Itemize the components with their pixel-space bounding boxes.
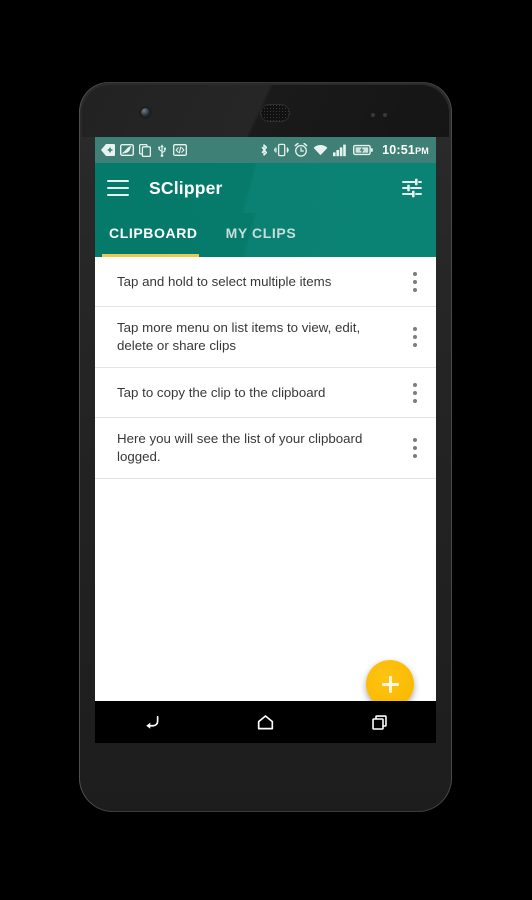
home-nav-button[interactable] (209, 701, 323, 743)
clipboard-list: Tap and hold to select multiple items Ta… (95, 257, 436, 479)
back-arrow-notification-icon (101, 144, 115, 156)
battery-charging-icon (353, 144, 373, 156)
front-camera-icon (141, 108, 150, 117)
list-item-text: Tap more menu on list items to view, edi… (117, 320, 361, 353)
recents-nav-button[interactable] (322, 701, 436, 743)
clock-ampm: PM (415, 146, 429, 156)
signal-icon (333, 144, 346, 157)
tab-clipboard[interactable]: CLIPBOARD (95, 213, 212, 253)
copy-notification-icon (139, 143, 151, 157)
hamburger-menu-icon[interactable] (107, 180, 129, 196)
status-bar-left-icons (101, 143, 259, 157)
tab-active-indicator (102, 253, 199, 257)
overflow-menu-icon[interactable] (398, 260, 432, 304)
clock-time: 10:51 (382, 143, 416, 157)
phone-screen: 10:51PM SClipper CLIPBOARD MY CLIPS Tap … (95, 137, 436, 743)
list-item-text: Tap and hold to select multiple items (117, 273, 332, 289)
overflow-menu-icon[interactable] (398, 315, 432, 359)
home-nav-icon (257, 714, 274, 729)
recents-nav-icon (371, 714, 387, 730)
phone-device-frame: 10:51PM SClipper CLIPBOARD MY CLIPS Tap … (79, 82, 452, 812)
light-sensor-icon (383, 113, 387, 117)
status-bar-clock: 10:51PM (382, 143, 429, 157)
overflow-menu-icon[interactable] (398, 426, 432, 470)
wifi-icon (313, 145, 328, 157)
overflow-menu-icon[interactable] (398, 371, 432, 415)
list-item-text: Here you will see the list of your clipb… (117, 431, 363, 464)
tune-settings-icon[interactable] (400, 176, 424, 200)
tab-bar: CLIPBOARD MY CLIPS (95, 213, 436, 257)
list-item[interactable]: Tap more menu on list items to view, edi… (95, 307, 436, 368)
back-nav-button[interactable] (95, 701, 209, 743)
status-bar-right-icons: 10:51PM (259, 143, 429, 157)
app-bar: SClipper (95, 163, 436, 213)
back-nav-icon (146, 715, 159, 729)
proximity-sensor-icon (371, 113, 375, 117)
vibrate-icon (274, 143, 290, 157)
plus-icon (381, 675, 399, 693)
list-item[interactable]: Tap to copy the clip to the clipboard (95, 368, 436, 418)
android-nav-bar (95, 701, 436, 743)
alarm-icon (294, 143, 308, 157)
earpiece-speaker (260, 104, 290, 122)
list-item[interactable]: Tap and hold to select multiple items (95, 257, 436, 307)
tab-my-clips[interactable]: MY CLIPS (212, 213, 311, 253)
page-title: SClipper (149, 177, 223, 198)
phone-top-bezel (82, 85, 449, 137)
bluetooth-icon (261, 144, 268, 156)
list-item-text: Tap to copy the clip to the clipboard (117, 384, 326, 400)
eco-mode-icon (120, 144, 134, 156)
status-bar: 10:51PM (95, 137, 436, 163)
usb-icon (158, 143, 166, 157)
list-item[interactable]: Here you will see the list of your clipb… (95, 418, 436, 479)
developer-options-icon (173, 144, 187, 156)
